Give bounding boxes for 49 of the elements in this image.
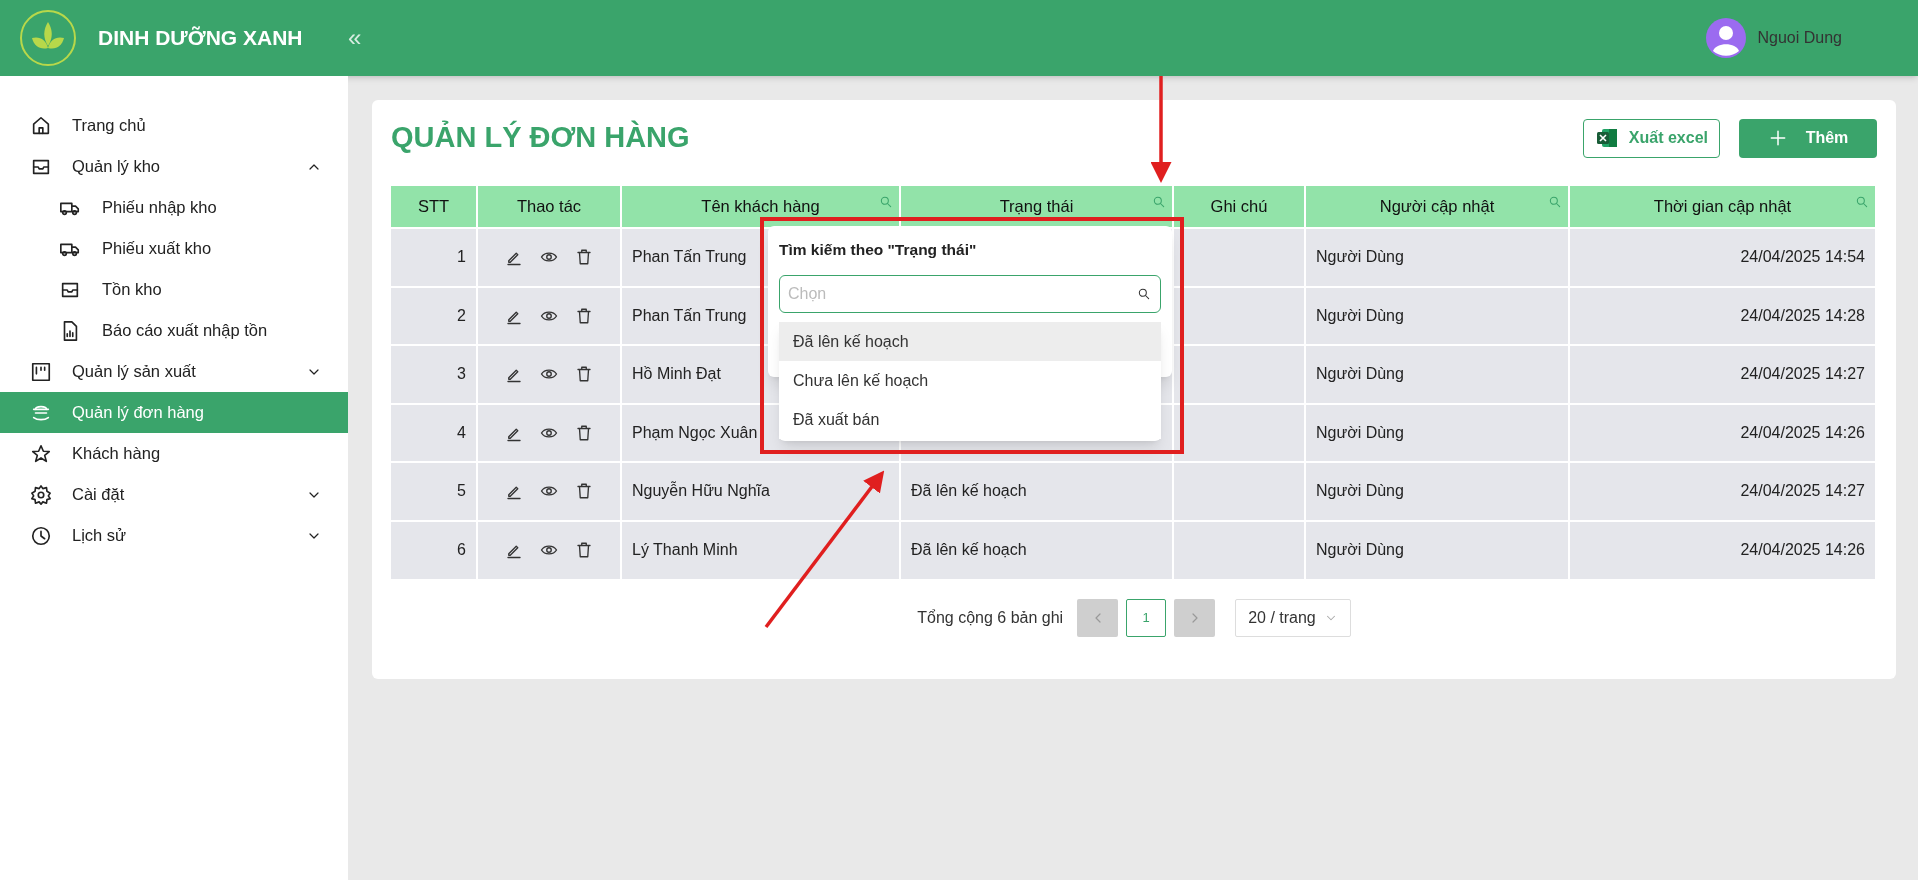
user-name[interactable]: Nguoi Dung [1757,26,1842,50]
star-icon [30,442,52,465]
delete-icon[interactable] [575,541,593,560]
delete-icon[interactable] [575,423,593,442]
dropdown-option[interactable]: Chưa lên kế hoạch [779,361,1161,400]
search-icon [879,195,893,209]
delete-icon[interactable] [575,365,593,384]
page-title: QUẢN LÝ ĐƠN HÀNG [391,119,690,156]
delete-icon[interactable] [575,482,593,501]
table-cell: 6 [391,520,477,579]
dropdown-option[interactable]: Đã xuất bán [779,400,1161,439]
search-icon [1548,195,1562,209]
column-header: Thời gian cập nhật [1569,186,1876,228]
column-header: Ghi chú [1173,186,1305,228]
column-header: Thao tác [477,186,621,228]
sidebar-item[interactable]: Cài đặt [0,474,348,515]
kanban-icon [30,360,52,383]
sidebar-item[interactable]: Phiếu xuất kho [0,228,348,269]
delete-icon[interactable] [575,306,593,325]
sidebar-item[interactable]: Tồn kho [0,269,348,310]
brand-name: DINH DƯỠNG XANH [98,25,303,52]
table-cell: Người Dùng [1305,520,1569,579]
spreadsheet-icon [1594,126,1619,150]
delete-icon[interactable] [575,248,593,267]
table-cell: Đã lên kế hoạch [900,520,1173,579]
avatar-icon[interactable] [1705,18,1746,58]
home-icon [30,114,52,137]
dropdown-option[interactable]: Đã lên kế hoạch [779,322,1161,361]
settings-icon [30,483,52,506]
column-header: Người cập nhật [1305,186,1569,228]
sidebar-item[interactable]: Khách hàng [0,433,348,474]
search-field[interactable]: Chọn [779,275,1161,314]
sidebar-item[interactable]: Lịch sử [0,515,348,556]
sidebar-item[interactable]: Quản lý kho [0,146,348,187]
search-icon [1152,195,1166,209]
sidebar-item[interactable]: Quản lý sản xuất [0,351,348,392]
table-cell: 24/04/2025 14:26 [1569,520,1876,579]
clock-icon [30,524,52,547]
total-count: Tổng cộng 6 bản ghi [917,608,1064,628]
sidebar-item[interactable]: Trang chủ [0,105,348,146]
table-cell: Lý Thanh Minh [621,520,900,579]
column-header: STT [391,186,477,228]
column-header: Tên khách hàng [621,186,900,228]
sidebar-item[interactable]: Phiếu nhập kho [0,187,348,228]
logo-icon [18,8,78,68]
search-icon [1137,287,1151,302]
page-size-select[interactable]: 20 / trang [1235,599,1351,637]
sidebar-item[interactable]: Báo cáo xuất nhập tồn [0,310,348,351]
search-icon [1855,195,1869,209]
